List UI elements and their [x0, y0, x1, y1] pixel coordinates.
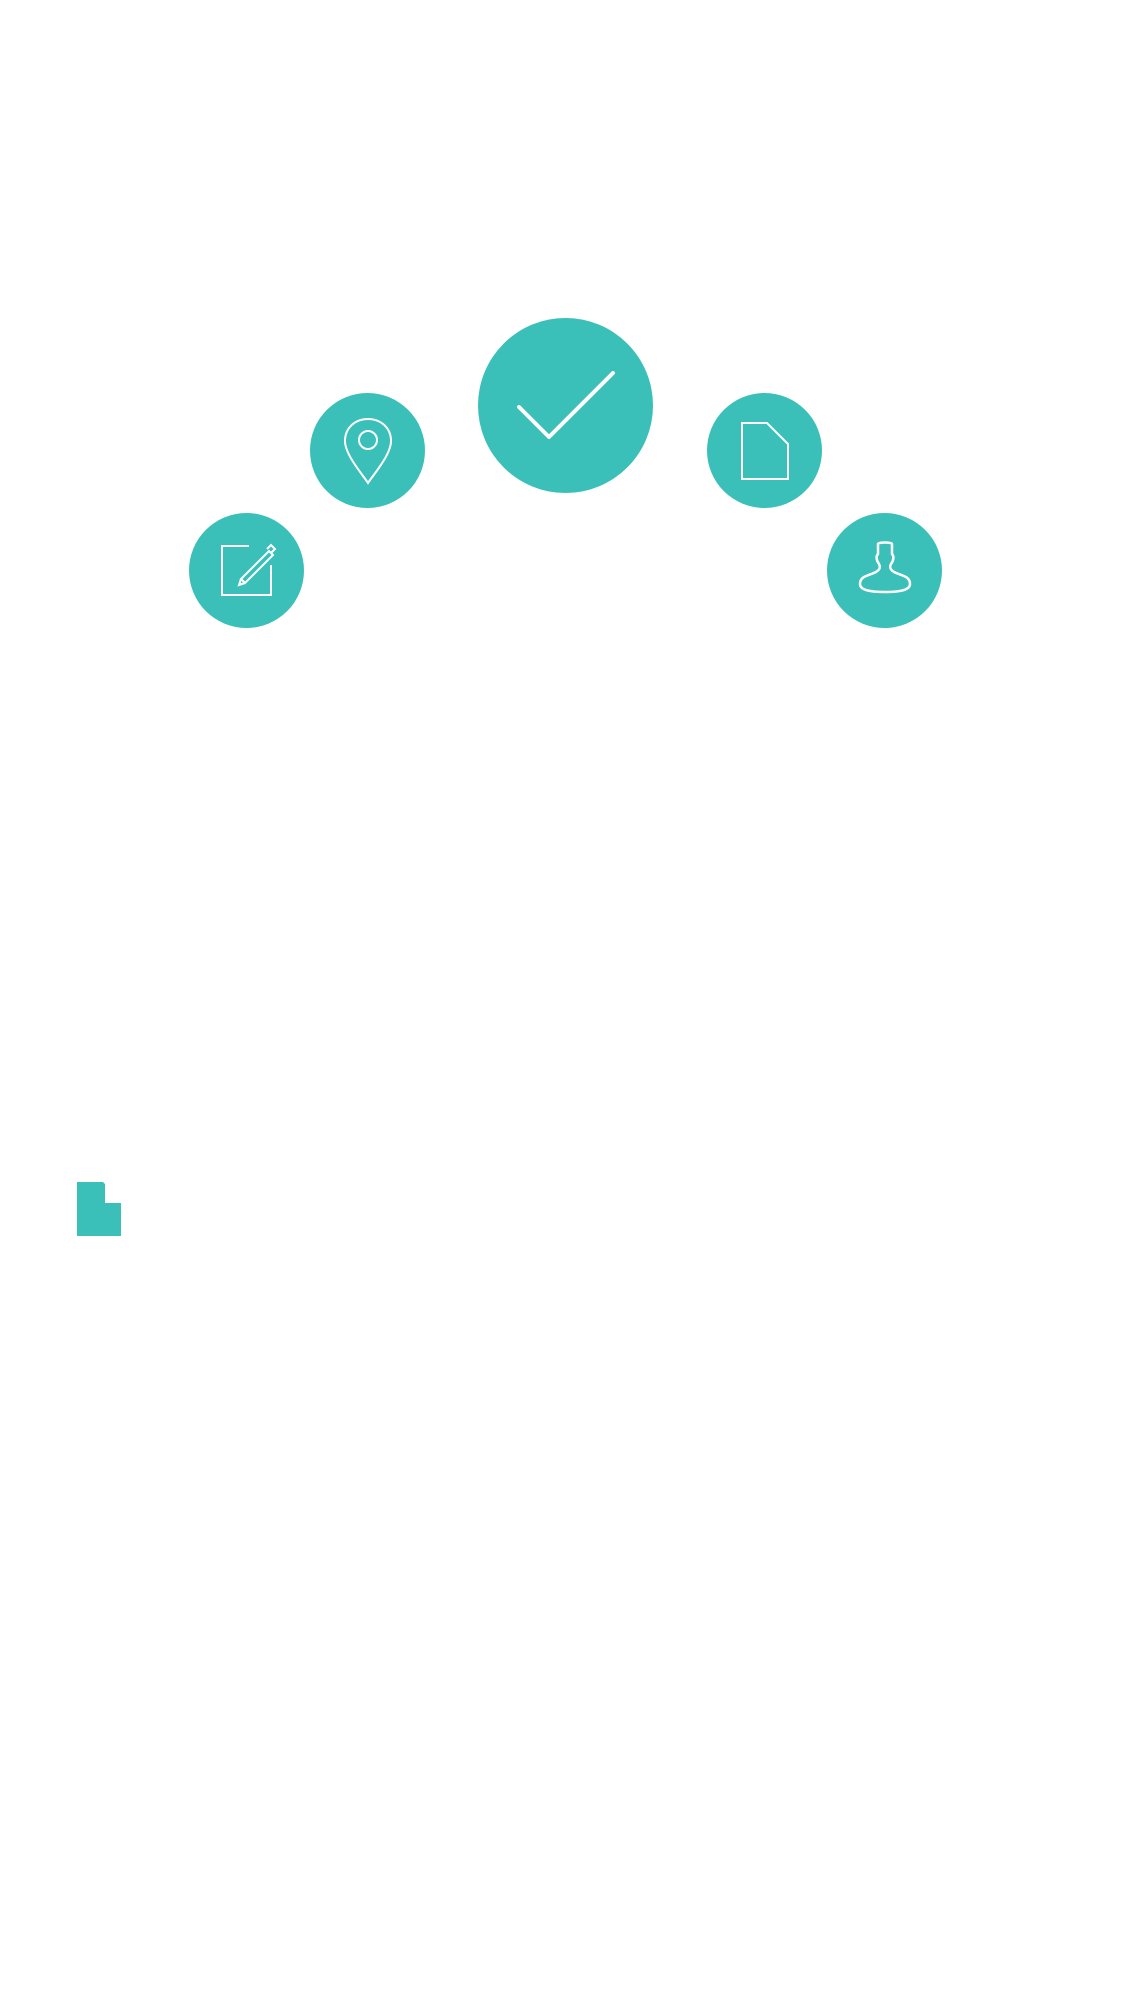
checkmark-icon [516, 370, 616, 442]
location-pin-icon [343, 417, 393, 485]
document-icon [740, 421, 790, 481]
user-icon [858, 540, 912, 602]
profile-button[interactable] [827, 513, 942, 628]
edit-button[interactable] [189, 513, 304, 628]
confirm-button[interactable] [478, 318, 653, 493]
location-button[interactable] [310, 393, 425, 508]
document-button[interactable] [707, 393, 822, 508]
edit-icon [217, 541, 277, 601]
document-fold-icon [77, 1182, 121, 1236]
